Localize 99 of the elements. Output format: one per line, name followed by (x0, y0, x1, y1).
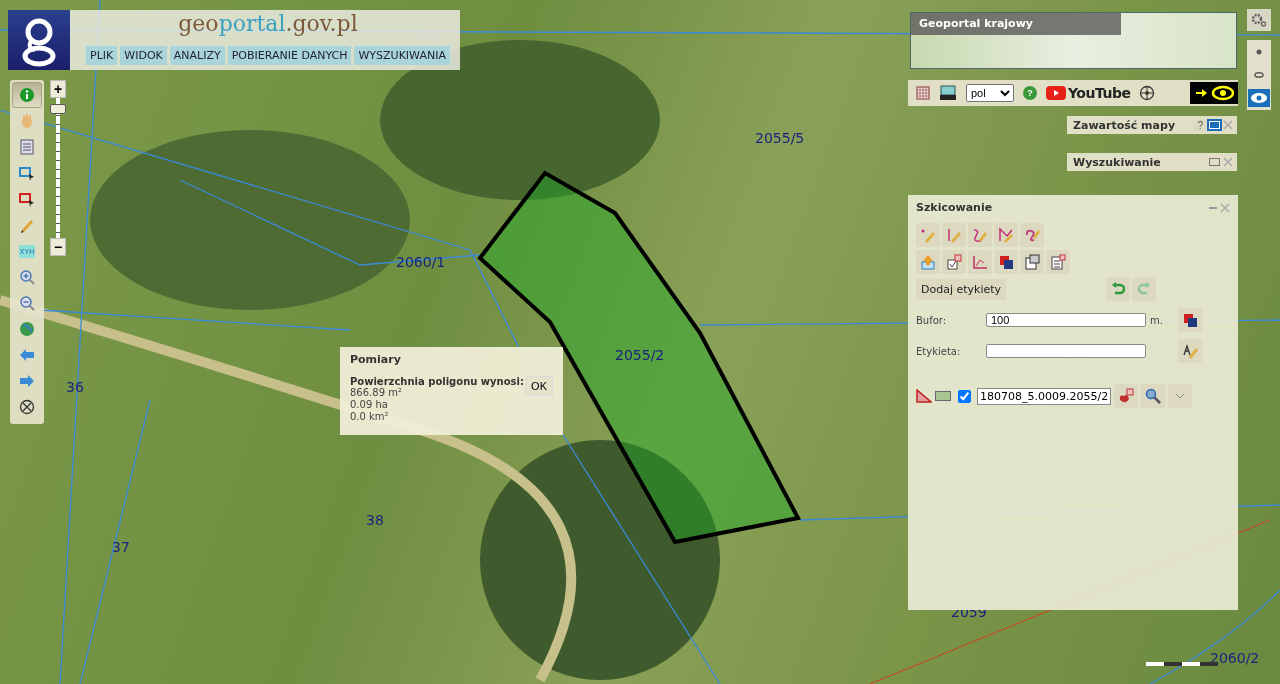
freehand-pencil-icon (1024, 227, 1040, 243)
language-select[interactable]: pol (966, 84, 1014, 102)
undo-button[interactable] (1106, 277, 1130, 301)
label-style-button[interactable] (1178, 339, 1202, 363)
overlap-icon (1182, 312, 1198, 328)
zoom-slider-handle[interactable] (50, 104, 66, 115)
delete-icon (946, 254, 962, 270)
view-mode-button[interactable] (1248, 89, 1270, 108)
fill-swatch[interactable] (935, 391, 951, 401)
video-link[interactable]: YouTube (1046, 85, 1131, 101)
overlap-icon (998, 254, 1014, 270)
field-label: Bufor: (916, 314, 948, 326)
drawing-tool-button[interactable] (942, 223, 966, 247)
measurement-value: 866.89 m² (350, 387, 403, 399)
magnifier-icon (1145, 388, 1162, 404)
right-arrow-icon (19, 373, 35, 389)
settings-icon (1251, 13, 1267, 27)
edit-tool-button[interactable] (942, 250, 966, 274)
drawing-tool-button[interactable] (994, 223, 1018, 247)
grid-icon[interactable] (916, 86, 930, 100)
buffer-field[interactable]: 100 (986, 313, 1146, 327)
edit-tool-button[interactable] (1020, 250, 1044, 274)
help-button[interactable]: ? (1194, 119, 1206, 131)
info-icon (19, 87, 35, 103)
edit-tool-button[interactable] (994, 250, 1018, 274)
undo-icon (1111, 282, 1125, 296)
layer-checkbox[interactable] (958, 389, 971, 403)
pencil-icon (19, 217, 35, 233)
crosshair-icon (19, 399, 35, 415)
menu-item[interactable]: WIDOK (120, 46, 167, 65)
close-icon[interactable] (1223, 120, 1233, 130)
settings-button[interactable] (1247, 9, 1271, 31)
import-icon (920, 254, 936, 270)
panel-title: Szkicowanie (916, 201, 993, 214)
ok-button[interactable]: OK (525, 376, 553, 396)
parcel-number: 38 (366, 512, 384, 528)
drawing-tool-button[interactable] (1020, 223, 1044, 247)
map-layer-icon[interactable] (939, 85, 957, 101)
close-icon[interactable] (1223, 157, 1233, 167)
contrast-button[interactable] (1190, 82, 1238, 104)
overview-title: Geoportal krajowy (911, 13, 1121, 35)
panel-title: Zawartość mapy (1073, 118, 1176, 132)
wheel-icon[interactable] (1139, 85, 1156, 101)
selection-icon (19, 191, 35, 207)
parcel-number: 2055/5 (755, 130, 805, 146)
drawing-tool-button[interactable] (968, 223, 992, 247)
measurement-value: 0.0 km² (350, 411, 390, 423)
overview-map[interactable]: Geoportal krajowy (910, 12, 1237, 69)
measurement-value: 0.09 ha (350, 399, 389, 411)
chevron-down-icon (1175, 393, 1186, 399)
label-field[interactable] (986, 344, 1146, 358)
zoom-in-icon (19, 269, 35, 285)
eye-icon (1254, 72, 1264, 78)
field-label: Etykieta: (916, 345, 962, 357)
add-labels-button[interactable]: Dodaj etykiety (916, 278, 1007, 300)
menu-item[interactable]: POBIERANIE DANYCH (227, 46, 352, 65)
curve-pencil-icon (972, 227, 988, 243)
delete-shape-icon (1118, 388, 1135, 404)
play-icon (1046, 86, 1066, 100)
menu-item[interactable]: WYSZUKIWANIA (354, 46, 450, 65)
hand-icon (19, 113, 35, 129)
zoom-to-button[interactable] (1141, 384, 1166, 408)
parcel-number: 2055/2 (615, 347, 665, 363)
minimize-icon[interactable] (1209, 206, 1217, 209)
redo-icon (1137, 282, 1151, 296)
close-icon[interactable] (1220, 202, 1230, 213)
left-arrow-icon (19, 347, 35, 363)
selection-icon (19, 165, 35, 181)
zoom-out-button[interactable]: − (50, 238, 66, 256)
edit-vertex-icon (972, 254, 988, 270)
copy-icon (1024, 254, 1040, 270)
menu-item[interactable]: ANALIZY (169, 46, 225, 65)
zoom-in-button[interactable]: + (50, 80, 66, 98)
globe-icon (19, 321, 35, 337)
eye-icon (1250, 92, 1268, 105)
layer-name-field[interactable]: 180708_5.0009.2055/2 (977, 387, 1112, 405)
line-pencil-icon (946, 227, 962, 243)
polygon-pencil-icon (998, 227, 1014, 243)
buffer-button[interactable] (1178, 308, 1202, 332)
delete-shape-button[interactable] (1114, 384, 1139, 408)
edit-tool-button[interactable] (1046, 250, 1070, 274)
list-icon (19, 139, 35, 155)
arrow-eye-icon (1194, 85, 1234, 101)
panel-title: Wyszukiwanie (1073, 155, 1161, 169)
unit-label: m. (1149, 314, 1164, 326)
label-pencil-icon (1182, 343, 1198, 359)
point-pencil-icon (920, 227, 936, 243)
clear-icon (1050, 254, 1066, 270)
menu-item[interactable]: PLIK (86, 46, 118, 65)
logo-icon (8, 10, 70, 70)
site-title: geoportal.gov.pl (178, 10, 358, 38)
zoom-out-icon (19, 295, 35, 311)
parcel-number: 2060/2 (1210, 650, 1260, 666)
help-button[interactable]: ? (1023, 86, 1037, 100)
popup-title: Pomiary (350, 353, 402, 366)
measurement-heading: Powierzchnia poligonu wynosi: (350, 376, 524, 387)
dot-icon (1256, 48, 1262, 55)
triangle-icon (916, 389, 932, 403)
restore-icon[interactable] (1209, 158, 1220, 166)
